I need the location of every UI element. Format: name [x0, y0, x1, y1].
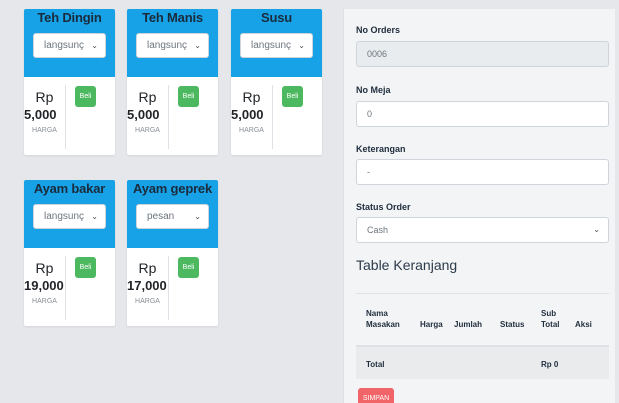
product-name: Ayam bakar [33, 181, 106, 196]
currency-label: Rp [138, 260, 157, 276]
price-caption: HARGA [135, 127, 160, 134]
col-jumlah: Jumlah [454, 320, 483, 329]
order-type-select[interactable]: langsunç ⌄ [33, 204, 106, 229]
chevron-down-icon: ⌄ [194, 212, 201, 221]
price-caption: HARGA [239, 127, 264, 134]
buy-button[interactable]: Beli [75, 257, 96, 278]
currency-label: Rp [35, 89, 54, 105]
product-name: Teh Manis [142, 10, 203, 25]
buy-button[interactable]: Beli [178, 257, 199, 278]
product-card: Teh Manis langsunç ⌄ Rp 5,000 HARGA Beli [127, 9, 218, 155]
product-name: Ayam geprek [133, 181, 212, 196]
no-meja-label: No Meja [356, 85, 391, 95]
price-caption: HARGA [32, 127, 57, 134]
cart-total-row: Total Rp 0 [356, 345, 609, 379]
divider [168, 256, 169, 320]
status-order-label: Status Order [356, 202, 411, 212]
price-caption: HARGA [135, 298, 160, 305]
chevron-down-icon: ⌄ [298, 41, 305, 50]
col-sub-total: Sub Total [541, 309, 560, 329]
keterangan-label: Keterangan [356, 144, 406, 154]
product-name: Susu [261, 10, 292, 25]
product-price: 19,000 [24, 278, 64, 293]
product-price: 5,000 [231, 107, 264, 122]
keterangan-field[interactable]: - [356, 159, 609, 185]
cart-table-header: Nama Masakan Harga Jumlah Status Sub Tot… [356, 293, 609, 345]
divider [65, 256, 66, 320]
divider [272, 85, 273, 149]
product-name: Teh Dingin [37, 10, 102, 25]
divider [65, 85, 66, 149]
total-label: Total [366, 360, 385, 369]
currency-label: Rp [138, 89, 157, 105]
buy-button[interactable]: Beli [75, 86, 96, 107]
no-meja-field[interactable]: 0 [356, 101, 609, 127]
buy-button[interactable]: Beli [178, 86, 199, 107]
order-type-select[interactable]: langsunç ⌄ [136, 33, 209, 58]
no-orders-label: No Orders [356, 25, 401, 35]
chevron-down-icon: ⌄ [593, 225, 600, 234]
product-price: 5,000 [24, 107, 57, 122]
save-button[interactable]: SIMPAN [358, 388, 394, 403]
product-card: Teh Dingin langsunç ⌄ Rp 5,000 HARGA Beli [24, 9, 115, 155]
chevron-down-icon: ⌄ [194, 41, 201, 50]
col-harga: Harga [420, 320, 443, 329]
product-card: Ayam geprek pesan ⌄ Rp 17,000 HARGA Beli [127, 180, 218, 326]
order-type-select[interactable]: langsunç ⌄ [33, 33, 106, 58]
product-price: 5,000 [127, 107, 160, 122]
cart-title: Table Keranjang [356, 257, 458, 273]
col-nama-masakan: Nama Masakan [366, 309, 400, 329]
divider [168, 85, 169, 149]
total-value: Rp 0 [541, 360, 559, 369]
product-card: Susu langsunç ⌄ Rp 5,000 HARGA Beli [231, 9, 322, 155]
product-price: 17,000 [127, 278, 167, 293]
chevron-down-icon: ⌄ [91, 212, 98, 221]
chevron-down-icon: ⌄ [91, 41, 98, 50]
currency-label: Rp [242, 89, 261, 105]
currency-label: Rp [35, 260, 54, 276]
no-orders-field: 0006 [356, 41, 609, 67]
status-order-select[interactable]: Cash ⌄ [356, 217, 609, 243]
order-type-select[interactable]: langsunç ⌄ [240, 33, 313, 58]
col-status: Status [500, 320, 525, 329]
product-card: Ayam bakar langsunç ⌄ Rp 19,000 HARGA Bel… [24, 180, 115, 326]
col-aksi: Aksi [575, 320, 592, 329]
order-type-select[interactable]: pesan ⌄ [136, 204, 209, 229]
buy-button[interactable]: Beli [282, 86, 303, 107]
price-caption: HARGA [32, 298, 57, 305]
order-panel: No Orders 0006 No Meja 0 Keterangan - St… [343, 9, 615, 403]
